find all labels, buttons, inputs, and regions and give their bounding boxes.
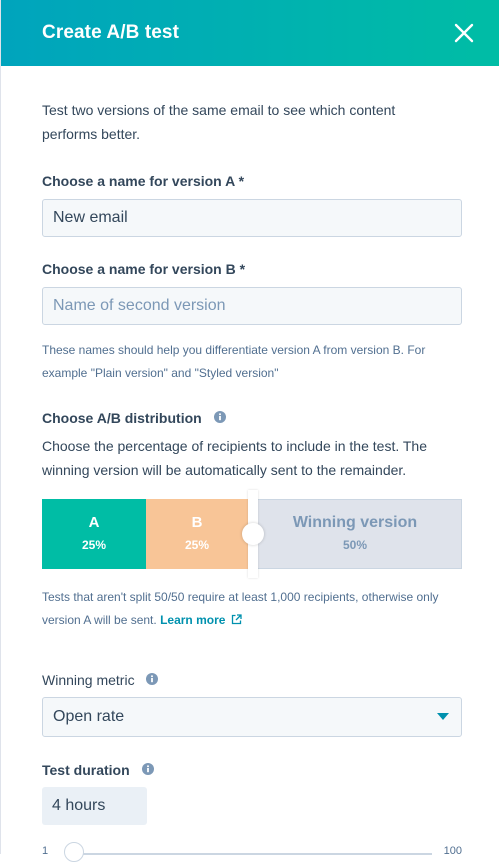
- duration-max: 100: [443, 845, 462, 857]
- winning-metric-select[interactable]: Open rate: [42, 697, 462, 737]
- info-icon[interactable]: [146, 672, 159, 688]
- duration-slider-track[interactable]: [72, 853, 432, 855]
- distribution-help: Tests that aren't split 50/50 require at…: [42, 586, 462, 632]
- segment-b-name: B: [191, 514, 203, 531]
- close-icon: [454, 23, 474, 43]
- intro-text: Test two versions of the same email to s…: [42, 102, 396, 142]
- segment-winning: Winning version 50%: [248, 499, 462, 569]
- metric-label: Winning metric: [42, 672, 159, 688]
- duration-value[interactable]: 4 hours: [42, 787, 147, 825]
- winning-metric-value: Open rate: [53, 708, 125, 725]
- panel-header: Create A/B test: [1, 0, 499, 66]
- version-a-input[interactable]: [42, 199, 462, 237]
- learn-more-text: Learn more: [160, 613, 226, 627]
- segment-a: A 25%: [42, 499, 146, 569]
- segment-a-name: A: [88, 514, 100, 531]
- panel-title: Create A/B test: [42, 22, 180, 43]
- version-b-label: Choose a name for version B *: [42, 261, 246, 277]
- learn-more-link[interactable]: Learn more: [160, 613, 242, 627]
- segment-b-percent: 25%: [184, 538, 210, 552]
- close-button[interactable]: [444, 13, 484, 53]
- metric-label-text: Winning metric: [42, 672, 135, 688]
- caret-down-icon: [437, 713, 449, 720]
- version-a-label: Choose a name for version A *: [42, 173, 245, 189]
- ab-test-panel: Create A/B test Test two versions of the…: [0, 0, 499, 862]
- duration-slider-knob[interactable]: [64, 842, 84, 862]
- version-b-input[interactable]: [42, 287, 462, 325]
- distribution-label-text: Choose A/B distribution: [42, 410, 202, 426]
- segment-a-percent: 25%: [81, 538, 107, 552]
- info-icon[interactable]: [213, 410, 226, 426]
- segment-winning-name: Winning version: [292, 514, 418, 531]
- names-help-text: These names should help you differentiat…: [42, 343, 426, 380]
- external-link-icon: [231, 614, 242, 625]
- segment-b: B 25%: [146, 499, 248, 569]
- segment-winning-percent: 50%: [342, 538, 368, 552]
- duration-min: 1: [42, 845, 49, 857]
- duration-label: Test duration: [42, 762, 154, 778]
- duration-label-text: Test duration: [42, 762, 130, 778]
- distribution-description: Choose the percentage of recipients to i…: [42, 438, 427, 478]
- distribution-slider-knob[interactable]: [242, 523, 264, 545]
- info-icon[interactable]: [141, 762, 154, 778]
- distribution-label: Choose A/B distribution: [42, 410, 226, 426]
